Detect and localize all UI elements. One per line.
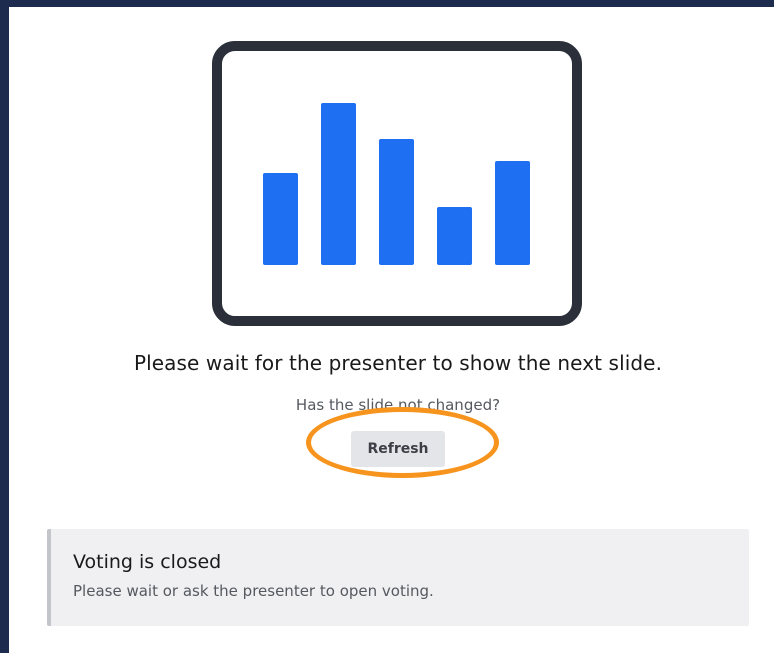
alert-title: Voting is closed [73,551,222,573]
slide-not-changed-hint: Has the slide not changed? [295,396,501,414]
alert-message: Please wait or ask the presenter to open… [73,582,434,600]
voting-closed-alert: Voting is closed Please wait or ask the … [47,529,749,626]
refresh-button[interactable]: Refresh [351,431,445,467]
illustration-bar [437,207,472,265]
wait-message: Please wait for the presenter to show th… [133,351,663,375]
bar-chart-slide-icon [212,41,582,326]
illustration-bar [263,173,298,265]
illustration-bar [379,139,414,265]
illustration-bar [321,103,356,265]
slide-chart-illustration [212,41,582,326]
illustration-bar [495,161,530,265]
